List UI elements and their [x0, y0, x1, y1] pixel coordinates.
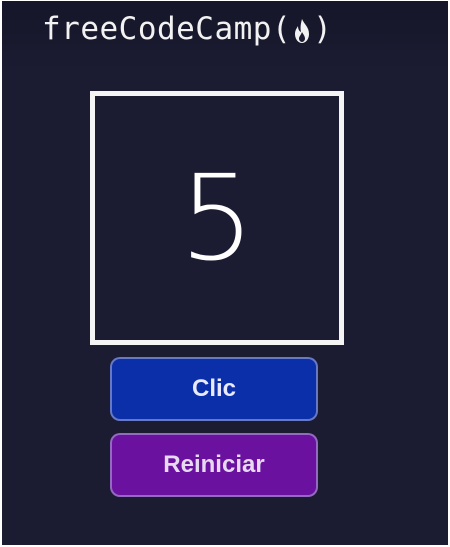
counter-display: 5: [90, 91, 344, 345]
flame-icon: [295, 19, 310, 43]
app-frame: freeCodeCamp ( ) 5 Clic Reiniciar: [2, 1, 448, 545]
counter-value: 5: [179, 149, 255, 287]
click-button[interactable]: Clic: [110, 357, 318, 421]
freecodecamp-logo: freeCodeCamp ( ): [42, 7, 332, 51]
logo-open-paren: (: [271, 11, 292, 47]
logo-text: freeCodeCamp: [42, 11, 272, 47]
logo-close-paren: ): [313, 11, 333, 47]
reset-button[interactable]: Reiniciar: [110, 433, 318, 497]
